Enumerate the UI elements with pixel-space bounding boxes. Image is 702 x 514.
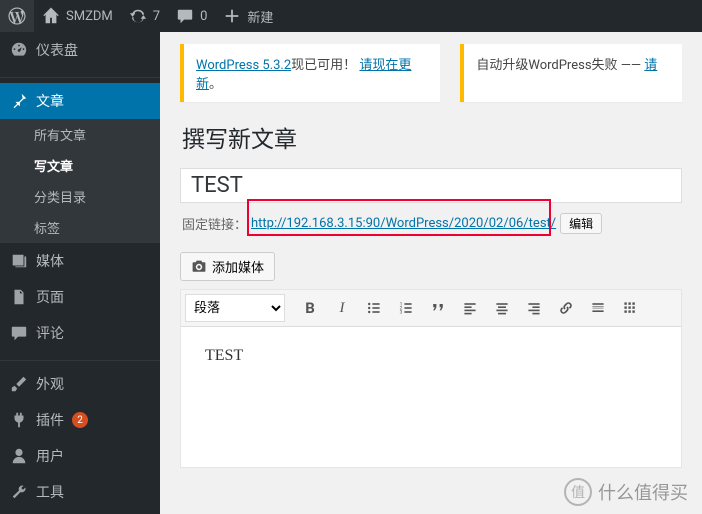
wp-version-link[interactable]: WordPress 5.3.2: [196, 58, 291, 73]
notice-text: 自动升级WordPress失败 ——: [476, 58, 644, 73]
dashboard-icon: [10, 41, 28, 59]
menu-label: 页面: [36, 287, 64, 307]
menu-posts[interactable]: 文章: [0, 83, 160, 119]
submenu-categories[interactable]: 分类目录: [0, 181, 160, 212]
update-notice: WordPress 5.3.2现已可用！ 请现在更新。: [180, 44, 440, 102]
menu-label: 工具: [36, 482, 64, 502]
menu-label: 媒体: [36, 251, 64, 271]
svg-text:3: 3: [400, 310, 403, 316]
permalink-label: 固定链接：: [182, 214, 247, 233]
upgrade-retry-link[interactable]: 请: [644, 58, 657, 73]
upgrade-fail-notice: 自动升级WordPress失败 —— 请: [460, 44, 682, 102]
blockquote-button[interactable]: [423, 294, 453, 322]
watermark-logo: 值: [564, 478, 592, 506]
align-center-button[interactable]: [487, 294, 517, 322]
wordpress-icon: [8, 7, 26, 25]
notice-text: 现已可用！: [291, 58, 356, 73]
user-icon: [10, 447, 28, 465]
notice-text: 。: [209, 77, 222, 92]
numbered-list-button[interactable]: 123: [391, 294, 421, 322]
brush-icon: [10, 375, 28, 393]
menu-label: 评论: [36, 323, 64, 343]
menu-dashboard[interactable]: 仪表盘: [0, 32, 160, 68]
menu-label: 外观: [36, 374, 64, 394]
editor: 段落 B I 123 TEST: [180, 289, 682, 468]
bold-button[interactable]: B: [295, 294, 325, 322]
menu-appearance[interactable]: 外观: [0, 366, 160, 402]
camera-icon: [191, 259, 207, 275]
page-title: 撰写新文章: [182, 120, 682, 154]
page-icon: [10, 288, 28, 306]
menu-tools[interactable]: 工具: [0, 474, 160, 510]
italic-button[interactable]: I: [327, 294, 357, 322]
new-content[interactable]: 新建: [215, 0, 281, 32]
admin-sidebar: 仪表盘 文章 所有文章 写文章 分类目录 标签 媒体 页面 评论 外观: [0, 32, 160, 514]
plugin-icon: [10, 411, 28, 429]
refresh-icon: [129, 7, 147, 25]
add-media-button[interactable]: 添加媒体: [180, 252, 275, 281]
updates-link[interactable]: 7: [121, 0, 168, 32]
comments-count: 0: [200, 9, 207, 24]
post-title-input[interactable]: [180, 168, 682, 203]
more-button[interactable]: [583, 294, 613, 322]
menu-media[interactable]: 媒体: [0, 243, 160, 279]
comments-icon: [10, 324, 28, 342]
menu-label: 插件: [36, 410, 64, 430]
link-button[interactable]: [551, 294, 581, 322]
plugins-badge: 2: [72, 412, 88, 428]
site-name: SMZDM: [66, 9, 113, 24]
wp-logo[interactable]: [0, 0, 34, 32]
toolbar-toggle-button[interactable]: [615, 294, 645, 322]
permalink-row: 固定链接： http://192.168.3.15:90/WordPress/2…: [180, 209, 682, 252]
format-select[interactable]: 段落: [185, 294, 285, 322]
comment-icon: [176, 7, 194, 25]
content-area: WordPress 5.3.2现已可用！ 请现在更新。 自动升级WordPres…: [160, 32, 702, 514]
edit-permalink-button[interactable]: 编辑: [560, 213, 602, 234]
submenu-tags[interactable]: 标签: [0, 212, 160, 243]
watermark-text: 什么值得买: [598, 479, 688, 505]
separator: [0, 356, 160, 361]
posts-submenu: 所有文章 写文章 分类目录 标签: [0, 119, 160, 243]
bullet-list-button[interactable]: [359, 294, 389, 322]
menu-pages[interactable]: 页面: [0, 279, 160, 315]
pin-icon: [10, 92, 28, 110]
separator: [0, 73, 160, 78]
permalink-url[interactable]: http://192.168.3.15:90/WordPress/2020/02…: [251, 216, 556, 231]
menu-comments[interactable]: 评论: [0, 315, 160, 351]
editor-toolbar: 段落 B I 123: [181, 290, 681, 327]
watermark: 值 什么值得买: [564, 478, 688, 506]
submenu-new-post[interactable]: 写文章: [0, 150, 160, 181]
menu-label: 仪表盘: [36, 40, 78, 60]
add-media-label: 添加媒体: [212, 257, 264, 276]
home-icon: [42, 7, 60, 25]
submenu-all-posts[interactable]: 所有文章: [0, 119, 160, 150]
menu-plugins[interactable]: 插件 2: [0, 402, 160, 438]
menu-users[interactable]: 用户: [0, 438, 160, 474]
align-right-button[interactable]: [519, 294, 549, 322]
editor-body[interactable]: TEST: [181, 327, 681, 467]
align-left-button[interactable]: [455, 294, 485, 322]
plus-icon: [223, 7, 241, 25]
new-label: 新建: [247, 7, 273, 26]
media-icon: [10, 252, 28, 270]
admin-bar: SMZDM 7 0 新建: [0, 0, 702, 32]
menu-label: 文章: [36, 91, 64, 111]
site-home[interactable]: SMZDM: [34, 0, 121, 32]
menu-label: 用户: [36, 446, 64, 466]
wrench-icon: [10, 483, 28, 501]
updates-count: 7: [153, 9, 160, 24]
comments-link[interactable]: 0: [168, 0, 215, 32]
